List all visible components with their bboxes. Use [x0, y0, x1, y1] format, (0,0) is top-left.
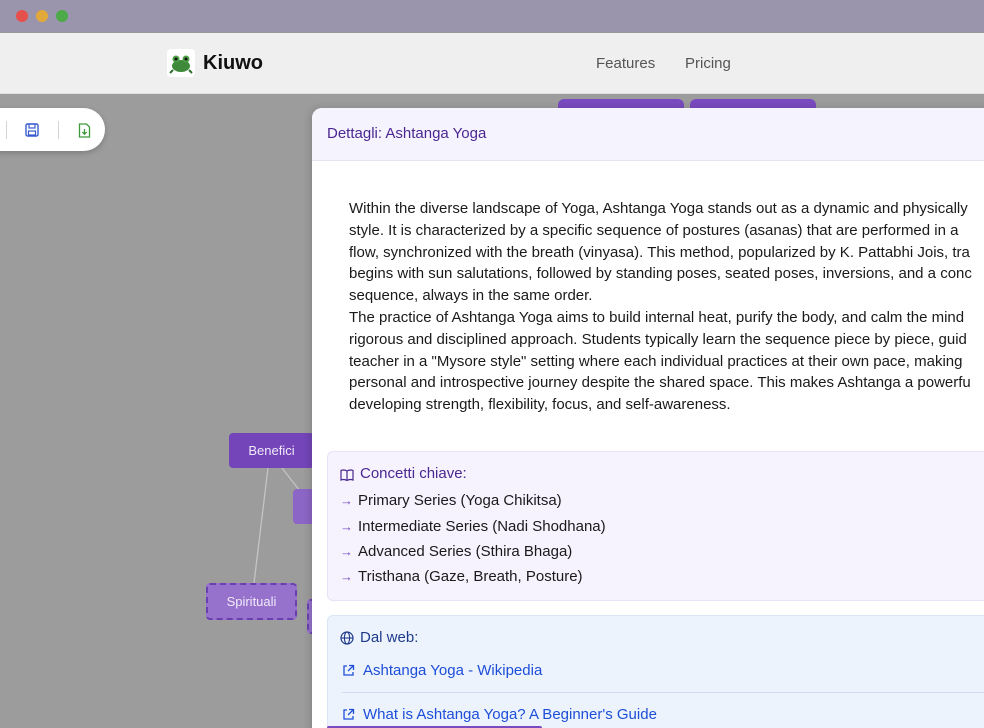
close-window-button[interactable] — [16, 10, 28, 22]
description-line: personal and introspective journey despi… — [349, 374, 971, 392]
key-concepts-box: Concetti chiave: → Primary Series (Yoga … — [327, 451, 984, 601]
arrow-right-icon: → — [340, 544, 353, 559]
arrow-right-icon: → — [340, 519, 353, 534]
brand-name[interactable]: Kiuwo — [203, 52, 263, 75]
minimize-window-button[interactable] — [36, 10, 48, 22]
window-titlebar — [0, 0, 984, 32]
description-line: sequence, always in the same order. — [349, 287, 593, 305]
concept-label: Intermediate Series (Nadi Shodhana) — [358, 518, 606, 535]
arrow-right-icon: → — [340, 569, 353, 584]
book-icon — [340, 468, 354, 486]
key-concepts-title: Concetti chiave: — [360, 465, 467, 482]
mindmap-node-benefici[interactable]: Benefici — [229, 433, 314, 468]
concept-label: Advanced Series (Sthira Bhaga) — [358, 543, 573, 560]
panel-header: Dettagli: Ashtanga Yoga — [312, 108, 984, 161]
web-results-box: Dal web: Ashtanga Yoga - Wikipedia What … — [327, 615, 984, 728]
concept-label: Primary Series (Yoga Chikitsa) — [358, 492, 562, 509]
concept-label: Tristhana (Gaze, Breath, Posture) — [358, 568, 583, 585]
web-link-label[interactable]: Ashtanga Yoga - Wikipedia — [363, 662, 542, 679]
description-line: style. It is characterized by a specific… — [349, 221, 959, 239]
external-link-icon — [342, 708, 355, 721]
description-line: flow, synchronized with the breath (viny… — [349, 243, 970, 261]
nav-pricing-link[interactable]: Pricing — [685, 55, 731, 72]
description-line: rigorous and disciplined approach. Stude… — [349, 330, 967, 348]
description-line: begins with sun salutations, followed by… — [349, 265, 972, 283]
concept-item: → Intermediate Series (Nadi Shodhana) — [340, 518, 606, 535]
web-link[interactable]: What is Ashtanga Yoga? A Beginner's Guid… — [342, 706, 657, 723]
external-link-icon — [342, 664, 355, 677]
web-link[interactable]: Ashtanga Yoga - Wikipedia — [342, 662, 542, 679]
mindmap-connectors — [253, 467, 301, 584]
description-line: The practice of Ashtanga Yoga aims to bu… — [349, 308, 965, 326]
panel-title: Dettagli: Ashtanga Yoga — [327, 125, 487, 142]
panel-description: Within the diverse landscape of Yoga, As… — [349, 198, 984, 416]
app-header: Kiuwo Features Pricing — [0, 33, 984, 94]
maximize-window-button[interactable] — [56, 10, 68, 22]
nav-features-link[interactable]: Features — [596, 55, 655, 72]
web-link-label[interactable]: What is Ashtanga Yoga? A Beginner's Guid… — [363, 706, 657, 723]
details-panel: Dettagli: Ashtanga Yoga Within the diver… — [312, 108, 984, 728]
description-line: teacher in a "Mysore style" setting wher… — [349, 352, 963, 370]
description-line: Within the diverse landscape of Yoga, As… — [349, 200, 968, 217]
arrow-right-icon: → — [340, 493, 353, 508]
concept-item: → Advanced Series (Sthira Bhaga) — [340, 543, 572, 560]
frog-logo-icon[interactable] — [167, 49, 195, 77]
globe-icon — [340, 631, 354, 650]
concept-item: → Primary Series (Yoga Chikitsa) — [340, 492, 562, 509]
divider — [342, 692, 984, 693]
description-line: developing strength, flexibility, focus,… — [349, 396, 731, 414]
web-results-title: Dal web: — [360, 629, 419, 646]
concept-item: → Tristhana (Gaze, Breath, Posture) — [340, 568, 583, 585]
mindmap-node-spirituali[interactable]: Spirituali — [206, 583, 297, 620]
